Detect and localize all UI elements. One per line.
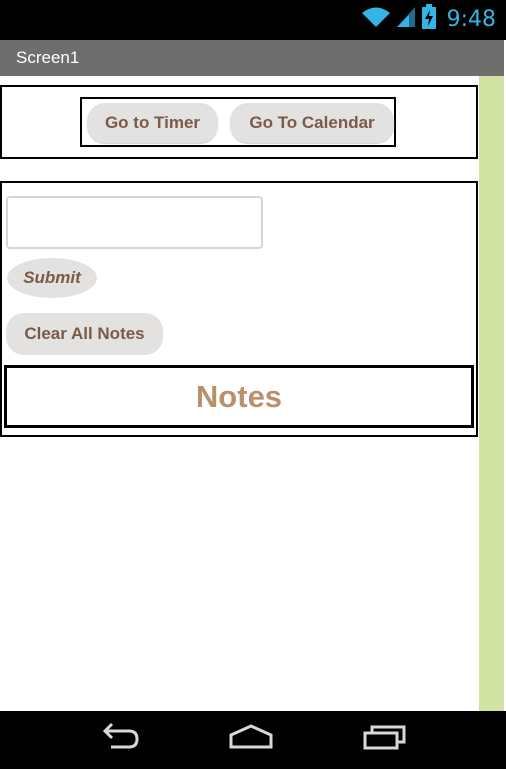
- top-arrangement: Go to Timer Go To Calendar: [0, 85, 478, 159]
- app-title-bar: Screen1: [0, 40, 504, 76]
- home-icon: [228, 723, 274, 756]
- side-strip: [479, 76, 504, 711]
- recent-apps-icon: [362, 723, 408, 756]
- signal-icon: [395, 5, 417, 34]
- submit-button[interactable]: Submit: [7, 258, 97, 298]
- notes-header-box: Notes: [4, 365, 474, 428]
- back-button[interactable]: [89, 719, 149, 759]
- home-button[interactable]: [221, 719, 281, 759]
- recent-apps-button[interactable]: [355, 719, 415, 759]
- status-icons: 9:48: [361, 3, 496, 35]
- android-nav-bar: [0, 711, 506, 769]
- status-time: 9:48: [446, 6, 496, 32]
- go-to-timer-button[interactable]: Go to Timer: [87, 103, 218, 143]
- status-bar: 9:48: [0, 0, 506, 40]
- nav-button-group: Go to Timer Go To Calendar: [80, 97, 396, 147]
- notes-arrangement: Submit Clear All Notes Notes: [0, 181, 478, 437]
- back-icon: [97, 722, 141, 757]
- clear-all-notes-button[interactable]: Clear All Notes: [6, 313, 163, 355]
- screen-title: Screen1: [16, 48, 80, 67]
- note-input[interactable]: [6, 196, 263, 249]
- wifi-icon: [361, 5, 391, 34]
- battery-charging-icon: [421, 3, 437, 35]
- go-to-calendar-button[interactable]: Go To Calendar: [230, 103, 394, 143]
- notes-title: Notes: [195, 378, 283, 414]
